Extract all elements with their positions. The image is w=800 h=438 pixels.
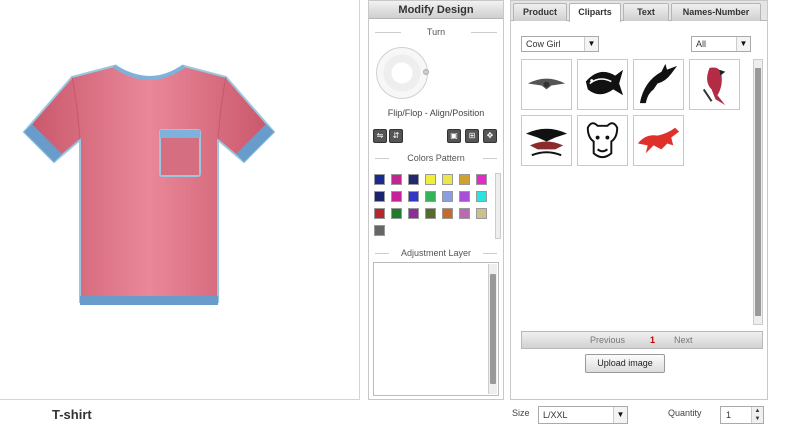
color-swatch[interactable]: [459, 191, 470, 202]
running-cat-icon: [637, 127, 680, 154]
winged-emblem-icon: [527, 78, 566, 90]
chevron-down-icon: ▼: [736, 37, 750, 51]
align-middle-icon: ⊞: [468, 131, 476, 140]
move-icon: ✥: [486, 131, 494, 140]
color-swatch[interactable]: [391, 208, 402, 219]
adjustment-layer-list[interactable]: [373, 262, 499, 396]
eagle-wings-icon: [525, 128, 568, 157]
chevron-down-icon: ▼: [613, 407, 627, 423]
clipart-item[interactable]: [521, 59, 572, 110]
quantity-stepper[interactable]: 1 ▲ ▼: [720, 406, 764, 424]
color-swatch[interactable]: [374, 174, 385, 185]
color-swatch[interactable]: [425, 191, 436, 202]
adjustment-scrollbar[interactable]: [488, 264, 497, 394]
color-swatch[interactable]: [476, 208, 487, 219]
color-swatch[interactable]: [476, 191, 487, 202]
color-swatch[interactable]: [391, 191, 402, 202]
clipart-filter-value: All: [696, 39, 707, 49]
current-page: 1: [650, 335, 656, 345]
size-label: Size: [512, 408, 530, 418]
chevron-down-icon: ▼: [584, 37, 598, 51]
color-swatch[interactable]: [442, 208, 453, 219]
adjustment-scroll-thumb[interactable]: [490, 274, 496, 384]
design-canvas[interactable]: [0, 0, 360, 400]
flip-vertical-button[interactable]: ⇵: [389, 129, 403, 143]
turn-title: Turn: [369, 25, 503, 39]
previous-page-link[interactable]: Previous: [590, 332, 625, 348]
flip-align-label: Flip/Flop - Align/Position: [387, 108, 485, 118]
flip-horizontal-button[interactable]: ⇋: [373, 129, 387, 143]
modify-design-panel: Modify Design Turn Flip/Flop - Align/Pos…: [368, 0, 504, 400]
color-swatch-grid: [373, 173, 499, 241]
rotate-handle[interactable]: [423, 69, 429, 75]
clipart-item[interactable]: [577, 59, 628, 110]
color-scrollbar[interactable]: [495, 173, 501, 239]
tshirt-preview: [22, 64, 276, 305]
color-swatch[interactable]: [374, 191, 385, 202]
options-panel: Product Cliparts Text Names-Number Cow G…: [510, 0, 768, 400]
color-swatch[interactable]: [374, 225, 385, 236]
quantity-value: 1: [726, 410, 732, 420]
dolphin-icon: [639, 63, 678, 104]
align-middle-button[interactable]: ⊞: [465, 129, 479, 143]
color-swatch[interactable]: [442, 174, 453, 185]
stepper-arrows-icon[interactable]: ▲ ▼: [751, 407, 763, 423]
align-center-button[interactable]: ▣: [447, 129, 461, 143]
color-swatch[interactable]: [459, 174, 470, 185]
clipart-scroll-thumb[interactable]: [755, 68, 761, 316]
position-button[interactable]: ✥: [483, 129, 497, 143]
product-name: T-shirt: [52, 407, 92, 422]
fish-icon: [585, 69, 624, 96]
color-swatch[interactable]: [408, 174, 419, 185]
color-swatch[interactable]: [476, 174, 487, 185]
clipart-pager: Previous 1 Next: [521, 331, 763, 349]
tab-product[interactable]: Product: [513, 3, 567, 21]
clipart-grid: [521, 59, 746, 171]
color-swatch[interactable]: [425, 208, 436, 219]
clipart-item[interactable]: [633, 59, 684, 110]
bull-head-icon: [586, 122, 619, 159]
color-swatch[interactable]: [391, 174, 402, 185]
rotate-dial[interactable]: [376, 47, 429, 99]
next-page-link[interactable]: Next: [674, 332, 693, 348]
flip-vertical-icon: ⇵: [392, 131, 400, 140]
tab-cliparts[interactable]: Cliparts: [569, 3, 621, 22]
flip-horizontal-icon: ⇋: [376, 131, 384, 140]
clipart-item[interactable]: [633, 115, 684, 166]
color-swatch[interactable]: [442, 191, 453, 202]
color-swatch[interactable]: [425, 174, 436, 185]
parrot-icon: [702, 67, 726, 106]
upload-image-button[interactable]: Upload image: [585, 354, 665, 373]
clipart-item[interactable]: [577, 115, 628, 166]
adjustment-layer-title: Adjustment Layer: [369, 246, 503, 260]
quantity-label: Quantity: [668, 408, 702, 418]
color-swatch[interactable]: [374, 208, 385, 219]
colors-pattern-title: Colors Pattern: [369, 151, 503, 165]
clipart-category-select[interactable]: Cow Girl ▼: [521, 36, 599, 52]
clipart-category-value: Cow Girl: [526, 39, 561, 49]
tab-text[interactable]: Text: [623, 3, 669, 21]
color-swatch[interactable]: [408, 208, 419, 219]
size-select[interactable]: L/XXL ▼: [538, 406, 628, 424]
modify-design-header: Modify Design: [369, 1, 503, 19]
clipart-scrollbar[interactable]: [753, 59, 763, 325]
size-value: L/XXL: [543, 410, 568, 420]
clipart-filter-select[interactable]: All ▼: [691, 36, 751, 52]
color-swatch[interactable]: [459, 208, 470, 219]
color-swatch[interactable]: [408, 191, 419, 202]
tab-bar: Product Cliparts Text Names-Number: [511, 1, 767, 22]
tab-names-number[interactable]: Names-Number: [671, 3, 761, 21]
clipart-item[interactable]: [689, 59, 740, 110]
clipart-item[interactable]: [521, 115, 572, 166]
align-center-icon: ▣: [450, 131, 458, 140]
